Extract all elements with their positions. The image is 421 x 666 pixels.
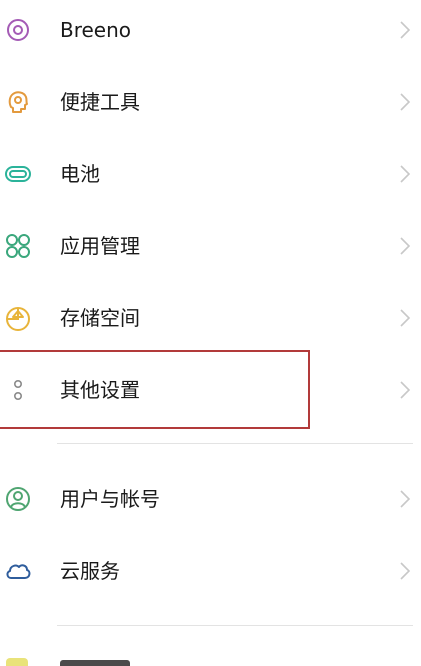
cloud-icon <box>4 557 32 585</box>
user-account-icon <box>4 485 32 513</box>
settings-item-label: 应用管理 <box>60 234 140 258</box>
storage-icon <box>4 304 32 332</box>
app-management-icon <box>4 232 32 260</box>
chevron-right-icon <box>398 19 412 41</box>
settings-item-battery[interactable]: 电池 <box>0 142 421 214</box>
settings-item-convenience-tools[interactable]: 便捷工具 <box>0 70 421 142</box>
chevron-right-icon <box>398 91 412 113</box>
settings-item-label: Breeno <box>60 18 132 42</box>
chevron-right-icon <box>398 560 412 582</box>
partial-item-icon <box>6 658 28 666</box>
convenience-tools-icon <box>4 88 32 116</box>
settings-item-label: 便捷工具 <box>60 90 140 114</box>
partial-item-label <box>60 660 130 666</box>
breeno-icon <box>4 16 32 44</box>
settings-item-label: 存储空间 <box>60 306 140 330</box>
settings-item-breeno[interactable]: Breeno <box>0 0 421 70</box>
chevron-right-icon <box>398 379 412 401</box>
settings-item-app-management[interactable]: 应用管理 <box>0 214 421 286</box>
chevron-right-icon <box>398 307 412 329</box>
settings-item-label: 其他设置 <box>60 378 140 402</box>
settings-item-partial[interactable] <box>0 640 421 666</box>
section-divider <box>57 443 413 444</box>
settings-item-cloud-service[interactable]: 云服务 <box>0 539 421 611</box>
section-divider <box>57 625 413 626</box>
other-settings-icon <box>4 376 32 404</box>
chevron-right-icon <box>398 163 412 185</box>
settings-item-label: 云服务 <box>60 559 120 583</box>
settings-item-storage[interactable]: 存储空间 <box>0 286 421 358</box>
chevron-right-icon <box>398 488 412 510</box>
battery-icon <box>4 160 32 188</box>
settings-item-other-settings[interactable]: 其他设置 <box>0 358 421 430</box>
settings-item-label: 用户与帐号 <box>60 487 160 511</box>
settings-item-user-accounts[interactable]: 用户与帐号 <box>0 467 421 539</box>
chevron-right-icon <box>398 235 412 257</box>
settings-item-label: 电池 <box>60 162 100 186</box>
